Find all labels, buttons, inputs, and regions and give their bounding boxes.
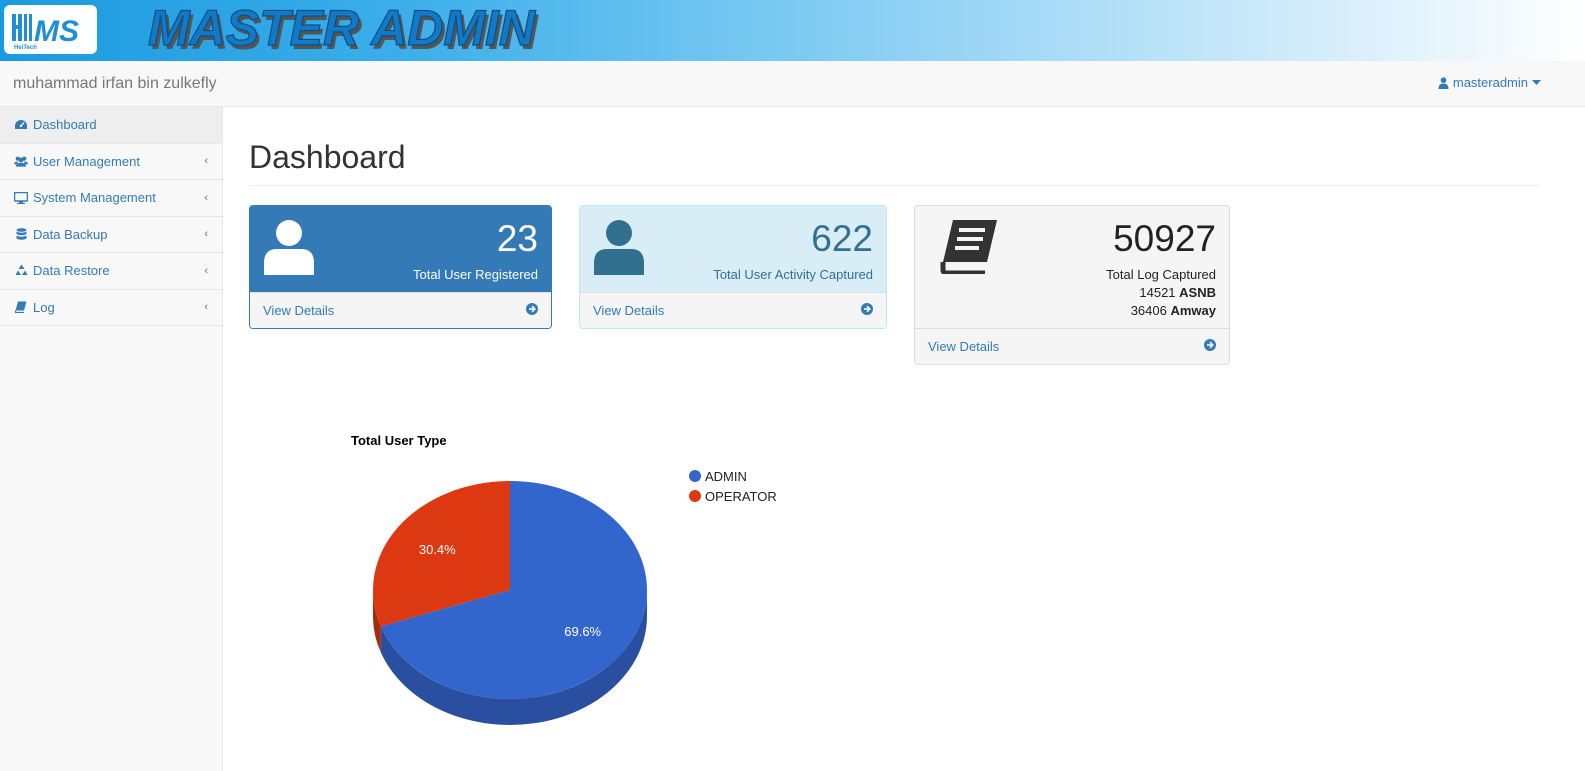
dashboard-icon xyxy=(14,118,28,132)
log-breakdown-asnb: 14521 ASNB xyxy=(1139,285,1216,300)
total-users-label: Total User Registered xyxy=(413,267,538,282)
view-details-link[interactable]: View Details xyxy=(915,328,1229,364)
pie-chart: 69.6% 30.4% xyxy=(373,481,647,725)
logo-subtext: HeiTech xyxy=(14,45,37,51)
user-dropdown[interactable]: masteradmin xyxy=(1438,75,1541,90)
sidebar-item-data-restore[interactable]: Data Restore ‹ xyxy=(0,253,222,290)
chart-title: Total User Type xyxy=(351,433,447,448)
sidebar: Dashboard User Management ‹ System Manag… xyxy=(0,107,223,771)
chevron-left-icon: ‹ xyxy=(204,191,208,204)
title-divider xyxy=(249,185,1539,186)
user-activity-count: 622 xyxy=(811,218,873,259)
view-details-label: View Details xyxy=(263,303,335,318)
user-activity-label: Total User Activity Captured xyxy=(713,267,873,282)
hms-logo[interactable]: MS HeiTech xyxy=(4,5,97,54)
total-users-count: 23 xyxy=(496,218,538,259)
panel-user-activity: 622 Total User Activity Captured View De… xyxy=(579,205,887,329)
sidebar-item-data-backup[interactable]: Data Backup ‹ xyxy=(0,217,222,253)
caret-down-icon xyxy=(1532,79,1541,86)
sidebar-item-label: System Management xyxy=(33,190,156,206)
book-icon xyxy=(14,300,28,314)
pie-label-admin: 69.6% xyxy=(564,624,601,639)
chevron-left-icon: ‹ xyxy=(204,228,208,241)
panel-heading: 622 Total User Activity Captured xyxy=(580,206,886,294)
log-breakdown-amway: 36406 Amway xyxy=(1131,303,1216,318)
pie-label-operator: 30.4% xyxy=(419,542,456,557)
chevron-left-icon: ‹ xyxy=(204,301,208,314)
sidebar-item-log[interactable]: Log ‹ xyxy=(0,290,222,326)
navbar-brand[interactable]: muhammad irfan bin zulkefly xyxy=(13,75,217,93)
total-log-label: Total Log Captured xyxy=(1106,267,1216,282)
username-label: masteradmin xyxy=(1452,75,1528,90)
arrow-circle-right-icon xyxy=(861,303,873,318)
sidebar-item-label: Dashboard xyxy=(33,117,97,133)
user-icon xyxy=(1438,76,1449,89)
arrow-circle-right-icon xyxy=(526,303,538,318)
legend-swatch-admin xyxy=(689,470,701,482)
users-icon xyxy=(14,154,28,168)
sidebar-item-dashboard[interactable]: Dashboard xyxy=(0,107,222,144)
sidebar-item-label: Data Backup xyxy=(33,226,108,242)
chart-legend: ADMIN OPERATOR xyxy=(689,466,777,506)
panel-heading: 50927 Total Log Captured 14521 ASNB 3640… xyxy=(915,206,1229,328)
view-details-label: View Details xyxy=(928,339,1000,354)
banner-title-text: MASTER ADMIN xyxy=(148,0,536,56)
asnb-label: ASNB xyxy=(1179,285,1216,300)
amway-count: 36406 xyxy=(1130,303,1167,318)
arrow-circle-right-icon xyxy=(1204,339,1216,354)
legend-label-operator: OPERATOR xyxy=(705,488,777,504)
panel-total-log: 50927 Total Log Captured 14521 ASNB 3640… xyxy=(914,205,1230,365)
top-navbar: muhammad irfan bin zulkefly masteradmin xyxy=(0,61,1585,107)
chevron-left-icon: ‹ xyxy=(204,264,208,277)
panel-total-users: 23 Total User Registered View Details xyxy=(249,205,552,329)
sidebar-item-system-management[interactable]: System Management ‹ xyxy=(0,180,222,217)
asnb-count: 14521 xyxy=(1139,285,1176,300)
sidebar-item-user-management[interactable]: User Management ‹ xyxy=(0,144,222,180)
view-details-link[interactable]: View Details xyxy=(580,292,886,328)
desktop-icon xyxy=(14,191,28,205)
database-icon xyxy=(14,227,28,241)
sidebar-item-label: User Management xyxy=(33,153,140,169)
legend-label-admin: ADMIN xyxy=(705,468,747,484)
amway-label: Amway xyxy=(1170,303,1216,318)
page-title: Dashboard xyxy=(249,139,406,175)
legend-item-admin[interactable]: ADMIN xyxy=(689,466,777,486)
banner-title: MASTER ADMIN MASTER ADMIN xyxy=(147,0,539,60)
user-icon xyxy=(263,219,315,278)
sidebar-item-label: Log xyxy=(33,299,55,315)
logo-text: MS xyxy=(34,15,79,48)
sidebar-item-label: Data Restore xyxy=(33,263,110,279)
recycle-icon xyxy=(14,264,28,278)
view-details-label: View Details xyxy=(593,303,665,318)
view-details-link[interactable]: View Details xyxy=(250,292,551,328)
chevron-left-icon: ‹ xyxy=(204,155,208,168)
user-icon xyxy=(593,219,645,278)
legend-item-operator[interactable]: OPERATOR xyxy=(689,486,777,506)
header-banner: MS HeiTech MASTER ADMIN MASTER ADMIN xyxy=(0,0,1585,61)
book-icon xyxy=(939,218,999,277)
legend-swatch-operator xyxy=(689,490,701,502)
total-log-count: 50927 xyxy=(1113,218,1216,259)
panel-heading: 23 Total User Registered xyxy=(250,206,551,294)
